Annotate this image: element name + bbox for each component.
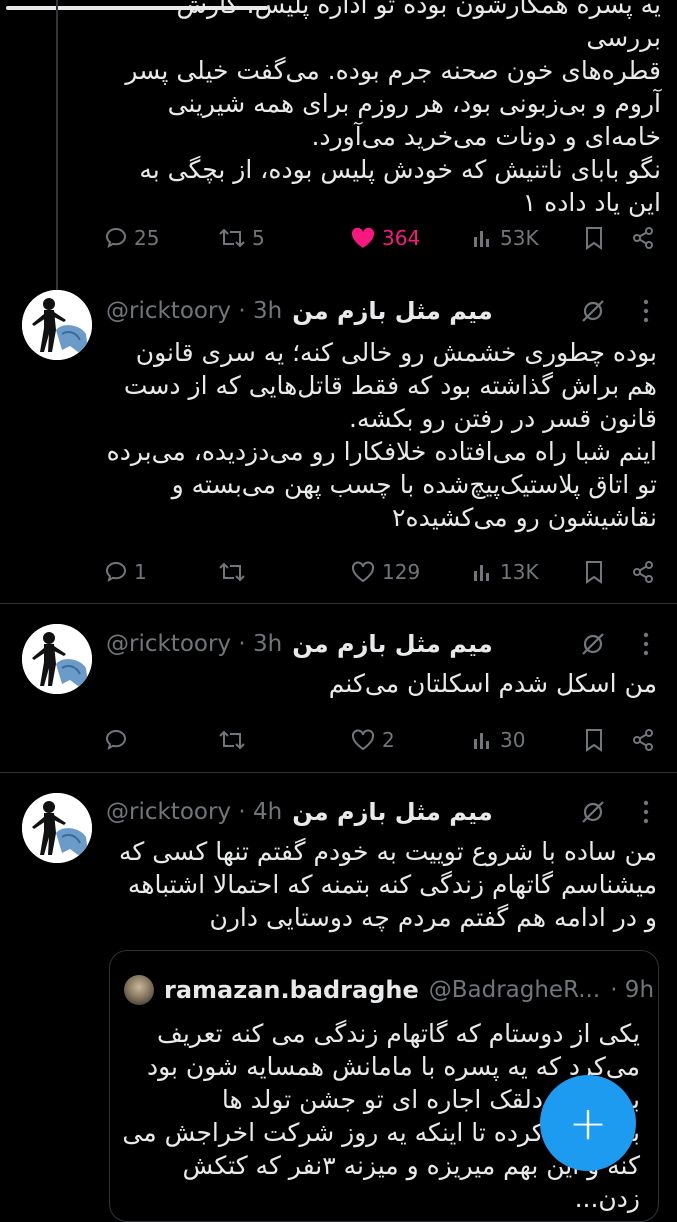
bookmark-icon — [586, 561, 602, 584]
retweet-button[interactable] — [218, 557, 252, 587]
like-count: 2 — [382, 728, 395, 752]
author-name[interactable]: میم مثل بازم من — [292, 297, 493, 325]
grok-icon — [582, 801, 604, 823]
share-button[interactable] — [630, 225, 656, 251]
divider — [0, 772, 677, 773]
views-button[interactable]: 13K — [472, 557, 539, 587]
bookmark-icon — [586, 227, 602, 250]
grok-button[interactable] — [578, 797, 608, 827]
retweet-icon — [219, 730, 245, 750]
bookmark-button[interactable] — [582, 727, 606, 753]
divider — [0, 603, 677, 604]
plus-icon: + — [568, 1096, 608, 1150]
reply-count: 1 — [134, 560, 147, 584]
more-options-button[interactable] — [636, 797, 656, 827]
grok-button[interactable] — [578, 296, 608, 326]
more-vertical-icon — [643, 299, 649, 323]
quoted-avatar — [124, 975, 154, 1005]
views-button[interactable]: 53K — [472, 223, 539, 253]
reply-icon — [105, 561, 127, 582]
bookmark-icon — [586, 729, 602, 752]
author-name[interactable]: میم مثل بازم من — [292, 630, 493, 658]
grok-icon — [582, 633, 604, 655]
heart-icon — [351, 729, 375, 751]
bookmark-button[interactable] — [582, 559, 606, 585]
views-button[interactable]: 30 — [472, 725, 525, 755]
views-icon — [474, 231, 489, 247]
tweet-4-header: میم مثل بازم من @ricktoory · 4h — [106, 795, 636, 829]
tweet-2-header: میم مثل بازم من @ricktoory · 3h — [106, 294, 636, 328]
author-handle: @ricktoory · 4h — [106, 799, 283, 825]
grok-icon — [582, 300, 604, 322]
reply-count: 25 — [134, 226, 160, 250]
bookmark-button[interactable] — [582, 225, 606, 251]
tweet-1-body: یه پسره همکارشون بوده تو اداره پلیس، کار… — [125, 0, 661, 217]
quoted-author-name: ramazan.badraghe — [164, 976, 419, 1004]
tweet-3-body: من اسکل شدم اسکلتان می‌کنم — [328, 669, 657, 698]
heart-icon — [351, 561, 375, 583]
reply-button[interactable]: 1 — [104, 557, 147, 587]
like-button[interactable]: 129 — [350, 557, 420, 587]
like-button[interactable]: 2 — [350, 725, 395, 755]
avatar-image — [22, 793, 92, 863]
quoted-time: · 9h — [610, 977, 655, 1003]
author-name[interactable]: میم مثل بازم من — [292, 798, 493, 826]
share-icon — [633, 729, 653, 751]
thread-connector — [56, 0, 58, 290]
retweet-icon — [219, 228, 245, 248]
avatar[interactable] — [22, 290, 92, 360]
retweet-count: 5 — [252, 226, 265, 250]
retweet-icon — [219, 562, 245, 582]
quoted-author-handle: @BadragheR... — [428, 977, 601, 1003]
share-button[interactable] — [630, 559, 656, 585]
views-count: 53K — [500, 226, 539, 250]
avatar[interactable] — [22, 793, 92, 863]
tweet-3-header: میم مثل بازم من @ricktoory · 3h — [106, 627, 636, 661]
grok-button[interactable] — [578, 629, 608, 659]
quoted-header: ramazan.badraghe @BadragheR... · 9h — [164, 973, 654, 1007]
tweet-2-body: بوده چطوری خشمش رو خالی کنه؛ یه سری قانو… — [106, 338, 657, 532]
views-icon — [474, 565, 489, 581]
avatar[interactable] — [22, 624, 92, 694]
views-icon — [474, 733, 489, 749]
more-options-button[interactable] — [636, 296, 656, 326]
reply-icon — [105, 227, 127, 248]
like-count: 129 — [382, 560, 421, 584]
views-count: 13K — [500, 560, 539, 584]
compose-button[interactable]: + — [540, 1075, 636, 1171]
more-vertical-icon — [643, 632, 649, 656]
share-icon — [633, 227, 653, 249]
reply-icon — [105, 729, 127, 750]
avatar-image — [22, 624, 92, 694]
reply-button[interactable]: 25 — [104, 223, 159, 253]
author-handle: @ricktoory · 3h — [106, 298, 283, 324]
like-count: 364 — [382, 226, 421, 250]
retweet-button[interactable]: 5 — [218, 223, 265, 253]
avatar-image — [22, 290, 92, 360]
more-vertical-icon — [643, 800, 649, 824]
like-button[interactable]: 364 — [350, 223, 420, 253]
retweet-button[interactable] — [218, 725, 252, 755]
reply-button[interactable] — [104, 725, 134, 755]
heart-filled-icon — [351, 227, 375, 248]
tweet-4-body: من ساده با شروع توییت به خودم گفتم تنها … — [119, 837, 657, 932]
more-options-button[interactable] — [636, 629, 656, 659]
share-icon — [633, 561, 653, 583]
views-count: 30 — [500, 728, 526, 752]
author-handle: @ricktoory · 3h — [106, 631, 283, 657]
share-button[interactable] — [630, 727, 656, 753]
